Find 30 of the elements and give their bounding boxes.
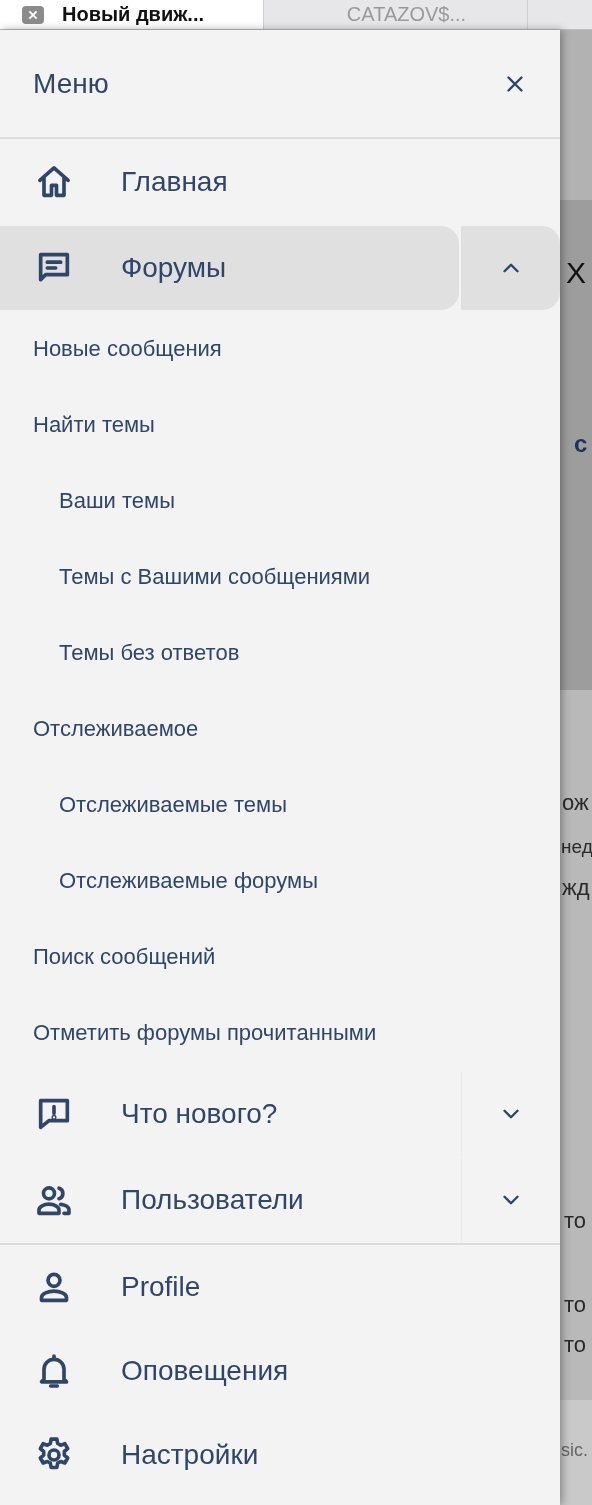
submenu-item[interactable]: Отслеживаемое (0, 691, 560, 767)
submenu-item[interactable]: Найти темы (0, 387, 560, 463)
browser-tab[interactable]: Новый движ... (0, 0, 264, 29)
page-text: то (564, 1208, 587, 1234)
submenu-item[interactable]: Отметить форумы прочитанными (0, 995, 560, 1071)
submenu-item[interactable]: Новые сообщения (0, 311, 560, 387)
page-text: sic. (561, 1440, 588, 1461)
submenu-item[interactable]: Темы с Вашими сообщениями (0, 539, 560, 615)
menu-title: Меню (33, 67, 109, 100)
page-text: то (564, 1332, 587, 1358)
menu-item[interactable]: Что нового? (0, 1072, 459, 1156)
close-tab-icon[interactable] (22, 5, 44, 24)
submenu-item[interactable]: Поиск сообщений (0, 919, 560, 995)
menu-item[interactable]: Форумы (0, 226, 459, 310)
submenu-item[interactable]: Отслеживаемые форумы (0, 843, 560, 919)
page-text: Х (566, 256, 586, 290)
page-text: ож (562, 790, 589, 816)
page-text: нед (561, 836, 592, 858)
submenu-item[interactable]: Отслеживаемые темы (0, 767, 560, 843)
submenu-item[interactable]: Темы без ответов (0, 615, 560, 691)
submenu-item[interactable]: Ваши темы (0, 463, 560, 539)
menu-item[interactable]: Profile (0, 1245, 560, 1329)
menu-item[interactable]: Пользователи (0, 1158, 459, 1242)
menu-item[interactable]: Настройки (0, 1413, 560, 1497)
page-text: жд (562, 875, 590, 901)
page-text: то (564, 1292, 587, 1318)
menu-item[interactable]: Оповещения (0, 1329, 560, 1413)
menu-item[interactable]: Главная (0, 140, 560, 224)
expand-button[interactable] (461, 226, 560, 310)
page-text: с (574, 430, 588, 458)
